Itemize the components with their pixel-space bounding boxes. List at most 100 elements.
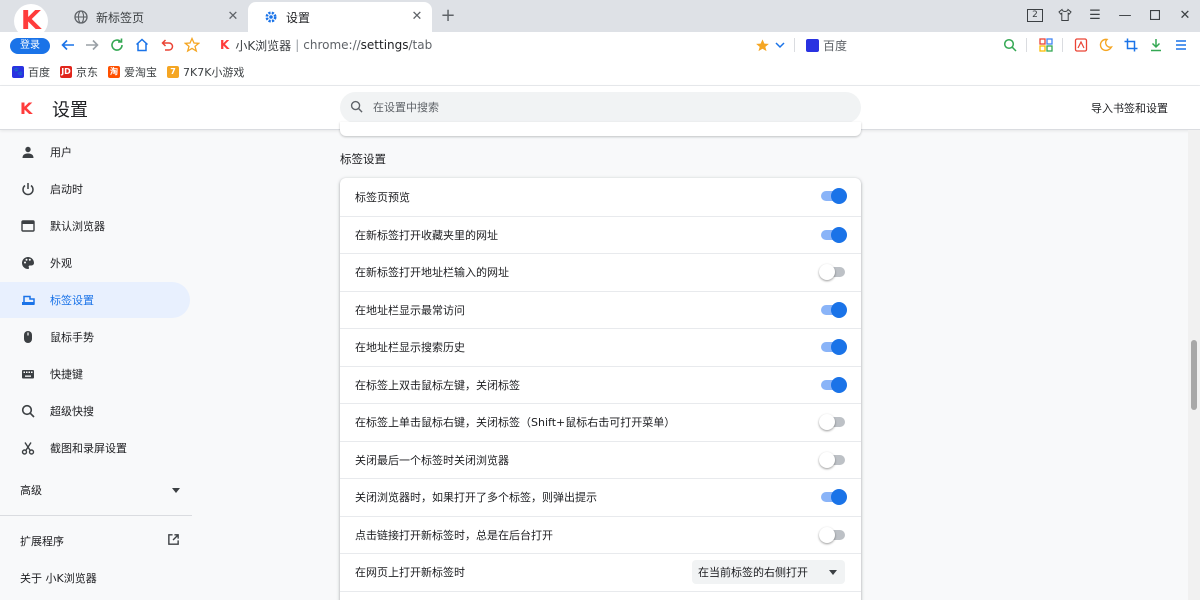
toggle-switch[interactable] [821, 339, 847, 355]
tab-count-button[interactable]: 2 [1020, 0, 1050, 30]
bookmark-baidu[interactable]: 🐾 百度 [12, 64, 50, 80]
apps-grid-icon[interactable] [1036, 35, 1056, 55]
new-tab-position-select[interactable]: 在当前标签的右侧打开 [692, 560, 845, 584]
sidebar-item-label: 外观 [50, 257, 72, 270]
power-icon [20, 181, 36, 197]
sidebar-item-label: 超级快搜 [50, 405, 94, 418]
sidebar-item-appearance[interactable]: 外观 [0, 245, 190, 281]
sidebar-item-label: 快捷键 [50, 368, 83, 381]
download-icon[interactable] [1146, 35, 1166, 55]
advanced-label: 高级 [20, 484, 42, 497]
setting-row [340, 590, 861, 600]
address-bar[interactable]: K 小K浏览器 | chrome://settings/tab [220, 35, 432, 55]
setting-label: 在新标签打开收藏夹里的网址 [355, 228, 498, 242]
maximize-icon[interactable] [1140, 0, 1170, 30]
refresh-icon[interactable] [107, 35, 127, 55]
sidebar-extensions-link[interactable]: 扩展程序 [20, 533, 180, 549]
caret-down-icon [829, 570, 837, 575]
sidebar-item-user[interactable]: 用户 [0, 134, 190, 170]
toggle-switch[interactable] [821, 188, 847, 204]
close-icon[interactable]: ✕ [410, 10, 424, 24]
bookmark-jd[interactable]: JD 京东 [60, 64, 98, 80]
setting-row: 在标签上单击鼠标右键，关闭标签（Shift+鼠标右击可打开菜单） [340, 403, 861, 441]
caret-down-icon [172, 487, 180, 493]
sidebar-item-shortcuts[interactable]: 快捷键 [0, 356, 190, 392]
toggle-switch[interactable] [819, 451, 845, 468]
sidebar-item-label: 启动时 [50, 183, 83, 196]
night-mode-icon[interactable] [1096, 35, 1116, 55]
sidebar-item-default-browser[interactable]: 默认浏览器 [0, 208, 190, 244]
tab-icon [20, 292, 36, 308]
bookmark-7k7k[interactable]: 7 7K7K小游戏 [167, 64, 244, 80]
scissors-icon [20, 440, 36, 456]
sidebar-item-tab-settings[interactable]: 标签设置 [0, 282, 190, 318]
tab-settings[interactable]: 设置 ✕ [248, 2, 432, 32]
pdf-icon[interactable] [1071, 35, 1091, 55]
app-logo[interactable]: K 登录 [8, 4, 52, 54]
skin-shirt-icon[interactable] [1050, 0, 1080, 30]
tab-new-tab[interactable]: 新标签页 ✕ [58, 2, 248, 32]
k-site-icon: K [220, 38, 230, 52]
setting-row: 在网页上打开新标签时 在当前标签的右侧打开 [340, 553, 861, 591]
sidebar-item-mouse-gestures[interactable]: 鼠标手势 [0, 319, 190, 355]
menu-icon[interactable]: ☰ [1080, 0, 1110, 30]
setting-row: 在新标签打开地址栏输入的网址 [340, 253, 861, 291]
setting-label: 在新标签打开地址栏输入的网址 [355, 266, 509, 280]
setting-row: 点击链接打开新标签时，总是在后台打开 [340, 515, 861, 554]
sidebar-item-startup[interactable]: 启动时 [0, 171, 190, 207]
sidebar-item-super-search[interactable]: 超级快搜 [0, 393, 190, 429]
toggle-switch[interactable] [821, 226, 847, 243]
setting-label: 点击链接打开新标签时，总是在后台打开 [355, 528, 553, 542]
scrollbar-thumb[interactable] [1191, 340, 1197, 410]
forward-arrow-icon[interactable] [82, 35, 102, 55]
toggle-switch[interactable] [821, 376, 847, 393]
toggle-switch[interactable] [821, 301, 847, 318]
toolbar: K 小K浏览器 | chrome://settings/tab 百度 [0, 32, 1200, 58]
favorite-star-icon[interactable] [182, 35, 202, 55]
toggle-switch[interactable] [819, 264, 845, 280]
setting-label: 关闭最后一个标签时关闭浏览器 [355, 453, 509, 467]
search-engine-box[interactable]: 百度 [806, 35, 847, 55]
setting-row: 关闭浏览器时，如果打开了多个标签，则弹出提示 [340, 478, 861, 516]
chevron-down-icon[interactable] [770, 35, 790, 55]
gear-icon [264, 10, 278, 24]
toggle-switch[interactable] [819, 526, 845, 543]
palette-icon [20, 255, 36, 271]
setting-label: 在标签上双击鼠标左键，关闭标签 [355, 378, 520, 392]
crop-screenshot-icon[interactable] [1121, 35, 1141, 55]
setting-label: 在地址栏显示搜索历史 [355, 341, 465, 355]
sidebar-advanced-toggle[interactable]: 高级 [20, 482, 180, 498]
more-menu-icon[interactable] [1171, 35, 1191, 55]
bookmarks-bar: 🐾 百度 JD 京东 淘 爱淘宝 7 7K7K小游戏 [0, 58, 1200, 86]
bookmark-star-icon[interactable] [752, 35, 772, 55]
select-value: 在当前标签的右侧打开 [698, 566, 808, 579]
close-icon[interactable]: ✕ [226, 10, 240, 24]
jd-icon: JD [60, 65, 72, 78]
sidebar-item-screenshot-settings[interactable]: 截图和录屏设置 [0, 430, 190, 466]
back-arrow-icon[interactable] [58, 35, 78, 55]
toggle-switch[interactable] [821, 489, 847, 505]
toggle-switch[interactable] [819, 414, 845, 430]
bookmark-taobao[interactable]: 淘 爱淘宝 [108, 64, 157, 80]
setting-row: 关闭最后一个标签时关闭浏览器 [340, 440, 861, 479]
page-scrollbar[interactable] [1188, 130, 1200, 600]
tab-title: 新标签页 [96, 10, 145, 25]
import-bookmarks-link[interactable]: 导入书签和设置 [1091, 100, 1168, 116]
sidebar-about-link[interactable]: 关于 小K浏览器 [20, 570, 97, 586]
home-icon[interactable] [132, 35, 152, 55]
tab-title: 设置 [286, 10, 311, 25]
section-title: 标签设置 [340, 152, 386, 166]
settings-search[interactable] [340, 92, 861, 123]
close-window-icon[interactable]: ✕ [1170, 0, 1200, 30]
baidu-icon [806, 38, 819, 52]
search-icon[interactable] [1000, 35, 1020, 55]
bookmark-label: 百度 [28, 65, 50, 79]
previous-section-card [340, 122, 861, 136]
setting-row: 在新标签打开收藏夹里的网址 [340, 215, 861, 254]
search-input[interactable] [373, 101, 813, 114]
minimize-icon[interactable]: — [1110, 0, 1140, 30]
login-button[interactable]: 登录 [10, 38, 50, 54]
new-tab-button[interactable]: + [438, 6, 458, 26]
undo-close-icon[interactable] [157, 35, 177, 55]
tab-count: 2 [1027, 8, 1043, 22]
